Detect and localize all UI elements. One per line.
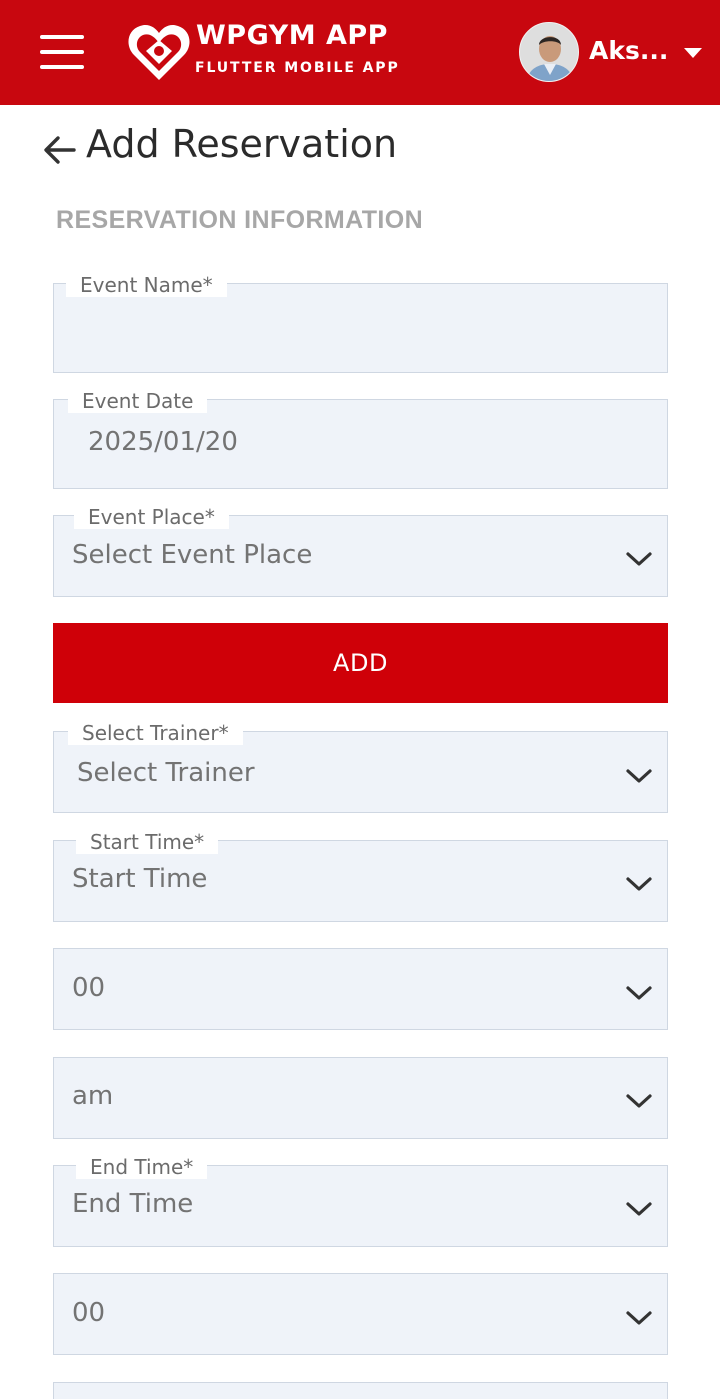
hamburger-menu-icon[interactable] (40, 35, 84, 69)
start-time-label: Start Time* (76, 830, 219, 854)
page-title: Add Reservation (86, 122, 398, 166)
end-time-value: End Time (72, 1189, 194, 1219)
trainer-select[interactable]: Select Trainer* Select Trainer (53, 721, 668, 813)
end-minute-value: 00 (72, 1298, 106, 1328)
section-title: RESERVATION INFORMATION (56, 206, 424, 234)
start-ampm-value: am (72, 1081, 114, 1111)
end-time-label: End Time* (76, 1155, 208, 1179)
end-ampm-select[interactable] (53, 1382, 668, 1399)
start-ampm-select[interactable]: am (53, 1057, 668, 1139)
end-minute-select[interactable]: 00 (53, 1273, 668, 1355)
app-header: WPGYM APP FLUTTER MOBILE APP Aks... (0, 0, 720, 105)
event-name-input[interactable] (70, 310, 594, 352)
chevron-down-icon (626, 986, 652, 1000)
chevron-down-icon (626, 1311, 652, 1325)
event-date-label: Event Date (68, 389, 208, 413)
user-name[interactable]: Aks... (589, 36, 668, 65)
user-avatar-icon (520, 23, 578, 81)
event-place-label: Event Place* (74, 505, 229, 529)
end-time-select[interactable]: End Time* End Time (53, 1155, 668, 1247)
start-time-select[interactable]: Start Time* Start Time (53, 830, 668, 922)
event-name-field[interactable]: Event Name* (53, 273, 668, 373)
event-date-field[interactable]: Event Date 2025/01/20 (53, 389, 668, 489)
caret-down-icon[interactable] (684, 48, 702, 58)
chevron-down-icon (626, 1202, 652, 1216)
start-minute-value: 00 (72, 973, 106, 1003)
start-time-value: Start Time (72, 864, 208, 894)
add-button[interactable]: ADD (53, 623, 668, 703)
chevron-down-icon (626, 769, 652, 783)
brand-subtitle: FLUTTER MOBILE APP (195, 60, 400, 76)
brand-title: WPGYM APP (196, 20, 388, 51)
event-name-label: Event Name* (66, 273, 227, 297)
arrow-left-icon[interactable] (40, 130, 80, 170)
heart-logo-icon (128, 24, 190, 80)
event-date-value: 2025/01/20 (88, 427, 238, 457)
event-place-value: Select Event Place (72, 540, 313, 570)
trainer-label: Select Trainer* (68, 721, 243, 745)
start-minute-select[interactable]: 00 (53, 948, 668, 1030)
chevron-down-icon (626, 877, 652, 891)
avatar[interactable] (519, 22, 579, 82)
chevron-down-icon (626, 1094, 652, 1108)
chevron-down-icon (626, 552, 652, 566)
trainer-value: Select Trainer (77, 758, 255, 788)
event-place-select[interactable]: Event Place* Select Event Place (53, 505, 668, 597)
